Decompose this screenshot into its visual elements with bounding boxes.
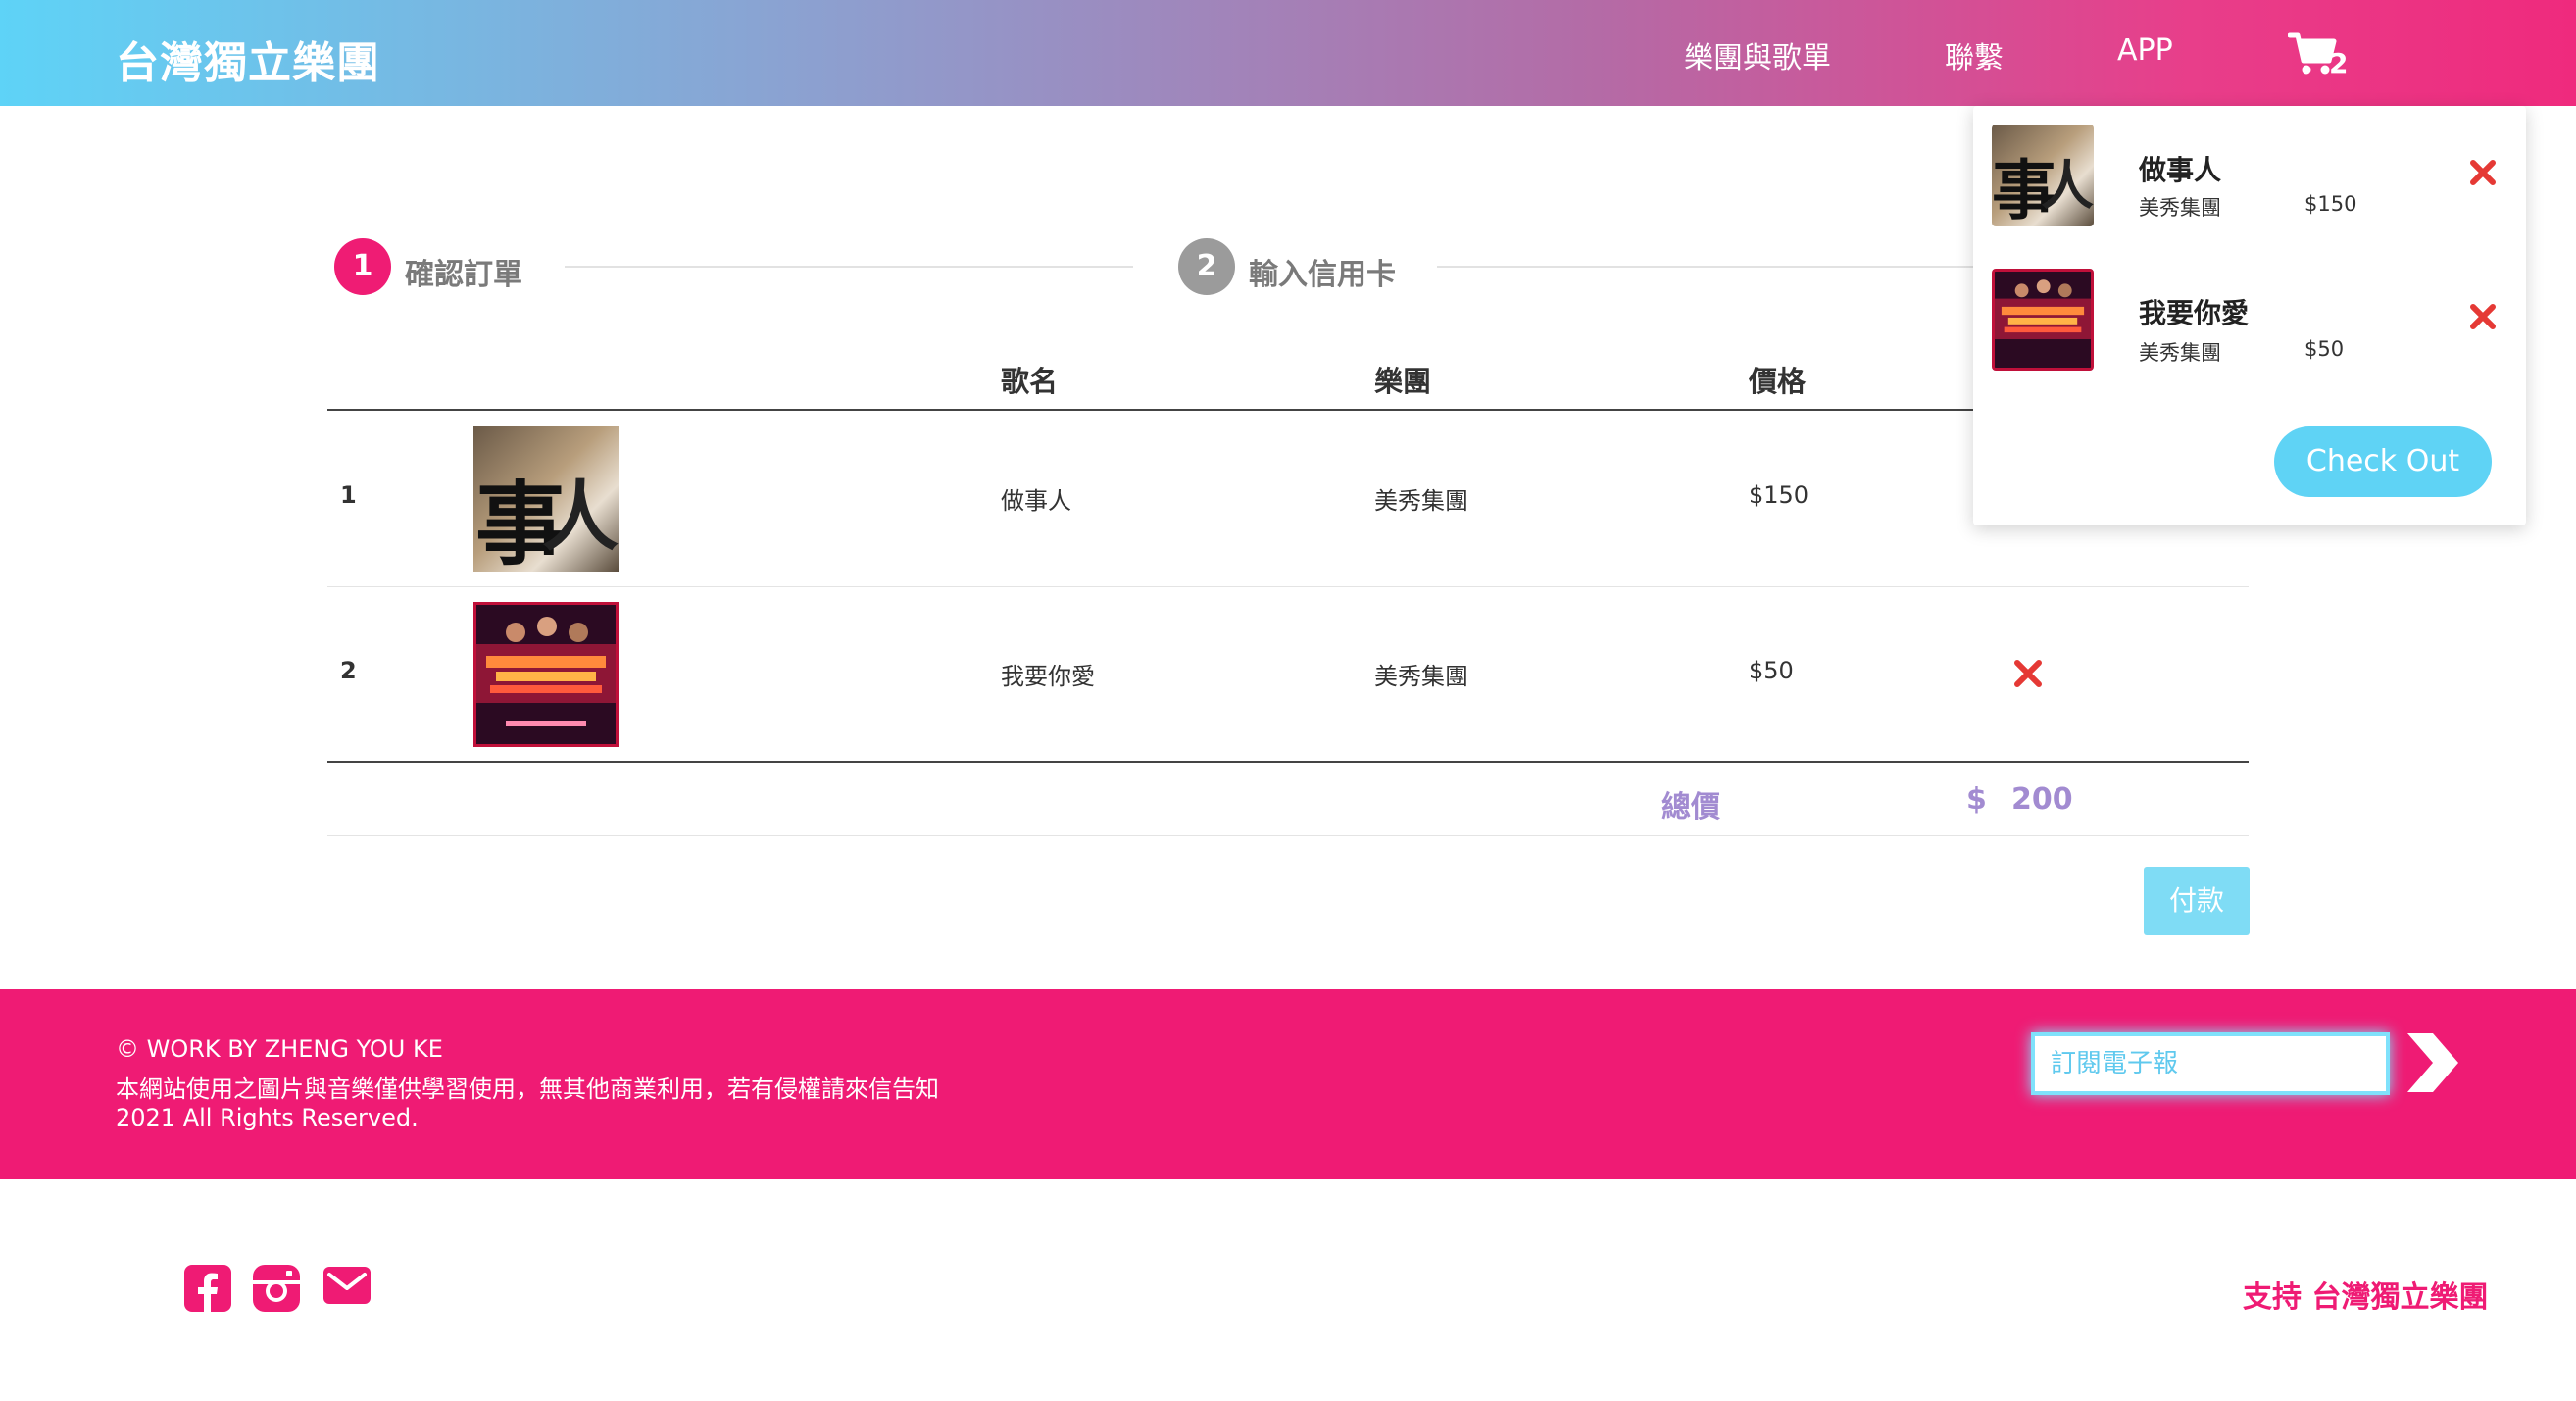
album-art xyxy=(476,605,616,744)
total-label: 總價 xyxy=(1661,790,1720,825)
step-number: 2 xyxy=(1178,238,1235,295)
step-label: 輸入信用卡 xyxy=(1249,258,1396,292)
footer-copyright: 2021 All Rights Reserved. xyxy=(116,1104,419,1131)
song-name: 做事人 xyxy=(1001,487,1071,515)
album-art xyxy=(1995,272,2091,368)
row-index: 1 xyxy=(340,481,357,509)
cart-count-badge: 2 xyxy=(2329,47,2349,79)
album-cover-thumbnail: 事 人 xyxy=(473,426,619,572)
nav-contact[interactable]: 聯繫 xyxy=(1945,33,2004,76)
column-header-band: 樂團 xyxy=(1374,365,1432,398)
album-art-glyph: 人 xyxy=(542,473,619,562)
cart-item-price: $150 xyxy=(2304,192,2357,216)
price: $150 xyxy=(1749,481,1809,509)
cart-item-band: 美秀集團 xyxy=(2139,341,2221,365)
row-divider xyxy=(327,586,2249,587)
column-header-price: 價格 xyxy=(1749,365,1807,398)
table-header-divider xyxy=(327,409,2249,411)
price: $50 xyxy=(1749,657,1794,684)
album-cover-thumbnail: 事 人 xyxy=(1992,125,2094,226)
step-divider xyxy=(1437,266,1986,268)
facebook-icon[interactable] xyxy=(184,1265,231,1312)
remove-item-icon[interactable] xyxy=(2468,158,2498,187)
song-name: 我要你愛 xyxy=(1001,663,1095,690)
step-divider xyxy=(565,266,1133,268)
total-value: 200 xyxy=(2011,782,2073,817)
band-name: 美秀集團 xyxy=(1374,487,1468,515)
cart-dropdown: 事 人 做事人 美秀集團 $150 我要你愛 美秀集團 $50 Check Ou… xyxy=(1973,106,2526,525)
step-label: 確認訂單 xyxy=(405,258,522,292)
brand-logo-text[interactable]: 台灣獨立樂團 xyxy=(116,27,380,90)
support-link[interactable]: 支持 台灣獨立樂團 xyxy=(2243,1273,2488,1316)
footer-disclaimer: 本網站使用之圖片與音樂僅供學習使用，無其他商業利用，若有侵權請來信告知 xyxy=(116,1076,939,1103)
album-cover-thumbnail xyxy=(473,602,619,747)
table-body-divider xyxy=(327,761,2249,763)
remove-item-icon[interactable] xyxy=(2012,658,2044,689)
cart-button[interactable]: 2 xyxy=(2288,29,2356,80)
cart-item-band: 美秀集團 xyxy=(2139,196,2221,220)
band-name: 美秀集團 xyxy=(1374,663,1468,690)
subscribe-arrow-icon[interactable] xyxy=(2402,1029,2462,1096)
checkout-button[interactable]: Check Out xyxy=(2274,426,2492,497)
step-number: 1 xyxy=(334,238,391,295)
cart-item-title: 我要你愛 xyxy=(2139,297,2250,329)
newsletter-email-input[interactable] xyxy=(2031,1032,2390,1095)
instagram-icon[interactable] xyxy=(253,1265,300,1312)
footer-credit: © WORK BY ZHENG YOU KE xyxy=(116,1035,443,1063)
top-navbar: 台灣獨立樂團 樂團與歌單 聯繫 APP 2 xyxy=(0,0,2576,106)
nav-app[interactable]: APP xyxy=(2117,33,2173,68)
mail-icon[interactable] xyxy=(323,1265,371,1306)
total-currency: $ xyxy=(1966,782,1987,817)
album-cover-thumbnail xyxy=(1992,269,2094,371)
row-index: 2 xyxy=(340,657,357,684)
total-divider xyxy=(327,835,2249,836)
cart-item-title: 做事人 xyxy=(2139,154,2222,186)
column-header-song: 歌名 xyxy=(1001,365,1059,398)
nav-bands-and-playlists[interactable]: 樂團與歌單 xyxy=(1684,33,1831,76)
album-art-glyph: 人 xyxy=(2041,154,2094,217)
pay-button[interactable]: 付款 xyxy=(2144,867,2250,935)
remove-item-icon[interactable] xyxy=(2468,302,2498,331)
cart-item-price: $50 xyxy=(2304,337,2345,361)
